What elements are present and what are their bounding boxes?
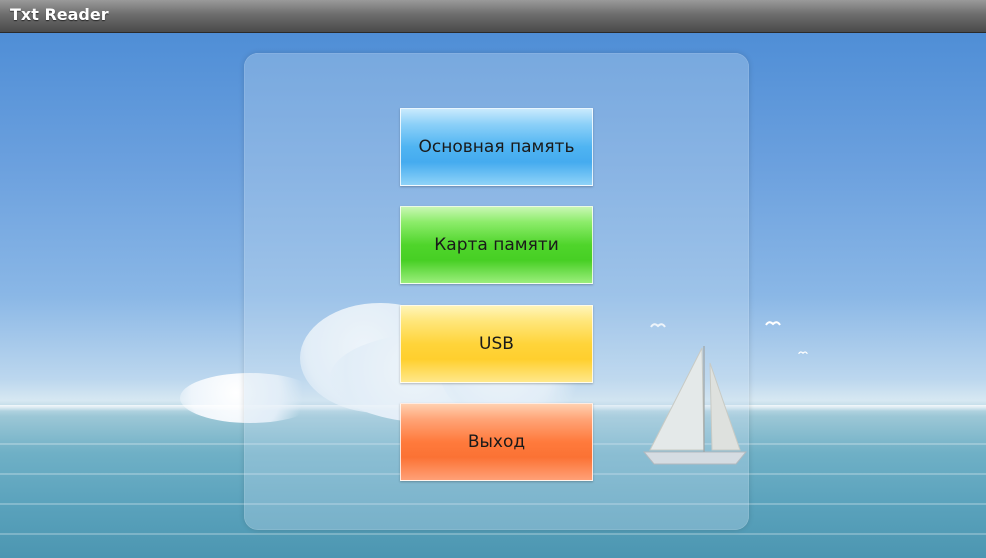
usb-button[interactable]: USB	[400, 305, 593, 383]
app-screen: Txt Reader Основная память Карта памяти …	[0, 0, 986, 558]
app-title: Txt Reader	[10, 5, 109, 24]
internal-memory-label: Основная память	[418, 137, 575, 157]
title-bar: Txt Reader	[0, 0, 986, 33]
exit-label: Выход	[467, 432, 526, 452]
memory-card-label: Карта памяти	[434, 235, 559, 255]
exit-button[interactable]: Выход	[400, 403, 593, 481]
seagull-image	[765, 321, 781, 326]
wave	[0, 533, 986, 535]
seagull-image	[798, 351, 808, 355]
usb-label: USB	[479, 334, 514, 354]
memory-card-button[interactable]: Карта памяти	[400, 206, 593, 284]
internal-memory-button[interactable]: Основная память	[400, 108, 593, 186]
